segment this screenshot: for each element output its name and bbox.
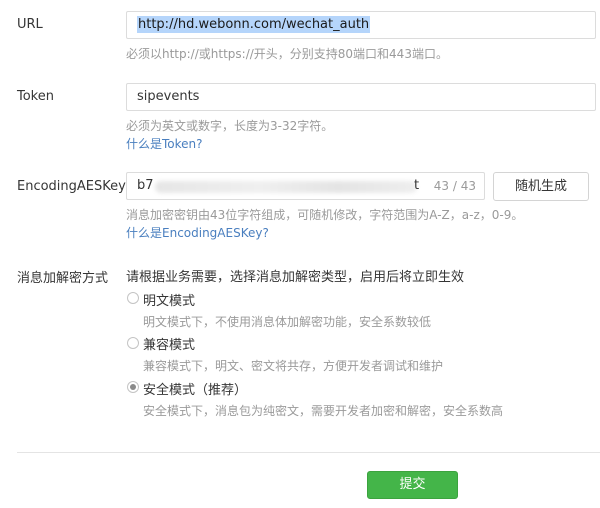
token-help-link[interactable]: 什么是Token? xyxy=(126,135,203,152)
token-label: Token xyxy=(17,89,54,104)
aeskey-input[interactable]: b7 t 43 / 43 xyxy=(126,172,485,200)
url-hint: 必须以http://或https://开头，分别支持80端口和443端口。 xyxy=(126,47,448,61)
radio-secure-mode[interactable] xyxy=(127,381,139,393)
form-divider xyxy=(17,452,600,453)
url-input-value: http://hd.webonn.com/wechat_auth xyxy=(137,16,371,33)
radio-compatible-mode[interactable] xyxy=(127,337,139,349)
submit-button[interactable]: 提交 xyxy=(367,471,458,499)
encryption-mode-label: 消息加解密方式 xyxy=(17,271,109,286)
url-label: URL xyxy=(17,17,43,32)
aeskey-help-link[interactable]: 什么是EncodingAESKey? xyxy=(126,224,269,241)
aeskey-value-suffix: t xyxy=(414,178,420,193)
url-input[interactable]: http://hd.webonn.com/wechat_auth xyxy=(126,11,596,39)
aeskey-hint: 消息加密密钥由43位字符组成，可随机修改，字符范围为A-Z，a-z，0-9。 xyxy=(126,208,524,222)
secure-mode-description: 安全模式下，消息包为纯密文，需要开发者加密和解密，安全系数高 xyxy=(143,404,504,418)
generate-key-button[interactable]: 随机生成 xyxy=(493,172,589,201)
radio-plaintext-mode[interactable] xyxy=(127,292,139,304)
plaintext-mode-description: 明文模式下，不使用消息体加解密功能，安全系数较低 xyxy=(143,315,432,329)
token-input-value: sipevents xyxy=(137,89,200,104)
aeskey-redacted-blur xyxy=(155,181,417,193)
aeskey-char-counter: 43 / 43 xyxy=(433,179,476,193)
token-hint: 必须为英文或数字，长度为3-32字符。 xyxy=(126,119,334,133)
aeskey-value-prefix: b7 xyxy=(137,178,154,193)
compatible-mode-description: 兼容模式下，明文、密文将共存，方便开发者调试和维护 xyxy=(143,359,444,373)
plaintext-mode-label[interactable]: 明文模式 xyxy=(143,290,195,309)
aeskey-label: EncodingAESKey xyxy=(17,179,126,194)
url-value-selection: http://hd.webonn.com/wechat_auth xyxy=(137,16,371,33)
secure-mode-label[interactable]: 安全模式（推荐） xyxy=(143,379,247,398)
compatible-mode-label[interactable]: 兼容模式 xyxy=(143,334,195,353)
token-input[interactable]: sipevents xyxy=(126,83,596,111)
encryption-mode-intro: 请根据业务需要，选择消息加解密类型，启用后将立即生效 xyxy=(126,270,465,285)
